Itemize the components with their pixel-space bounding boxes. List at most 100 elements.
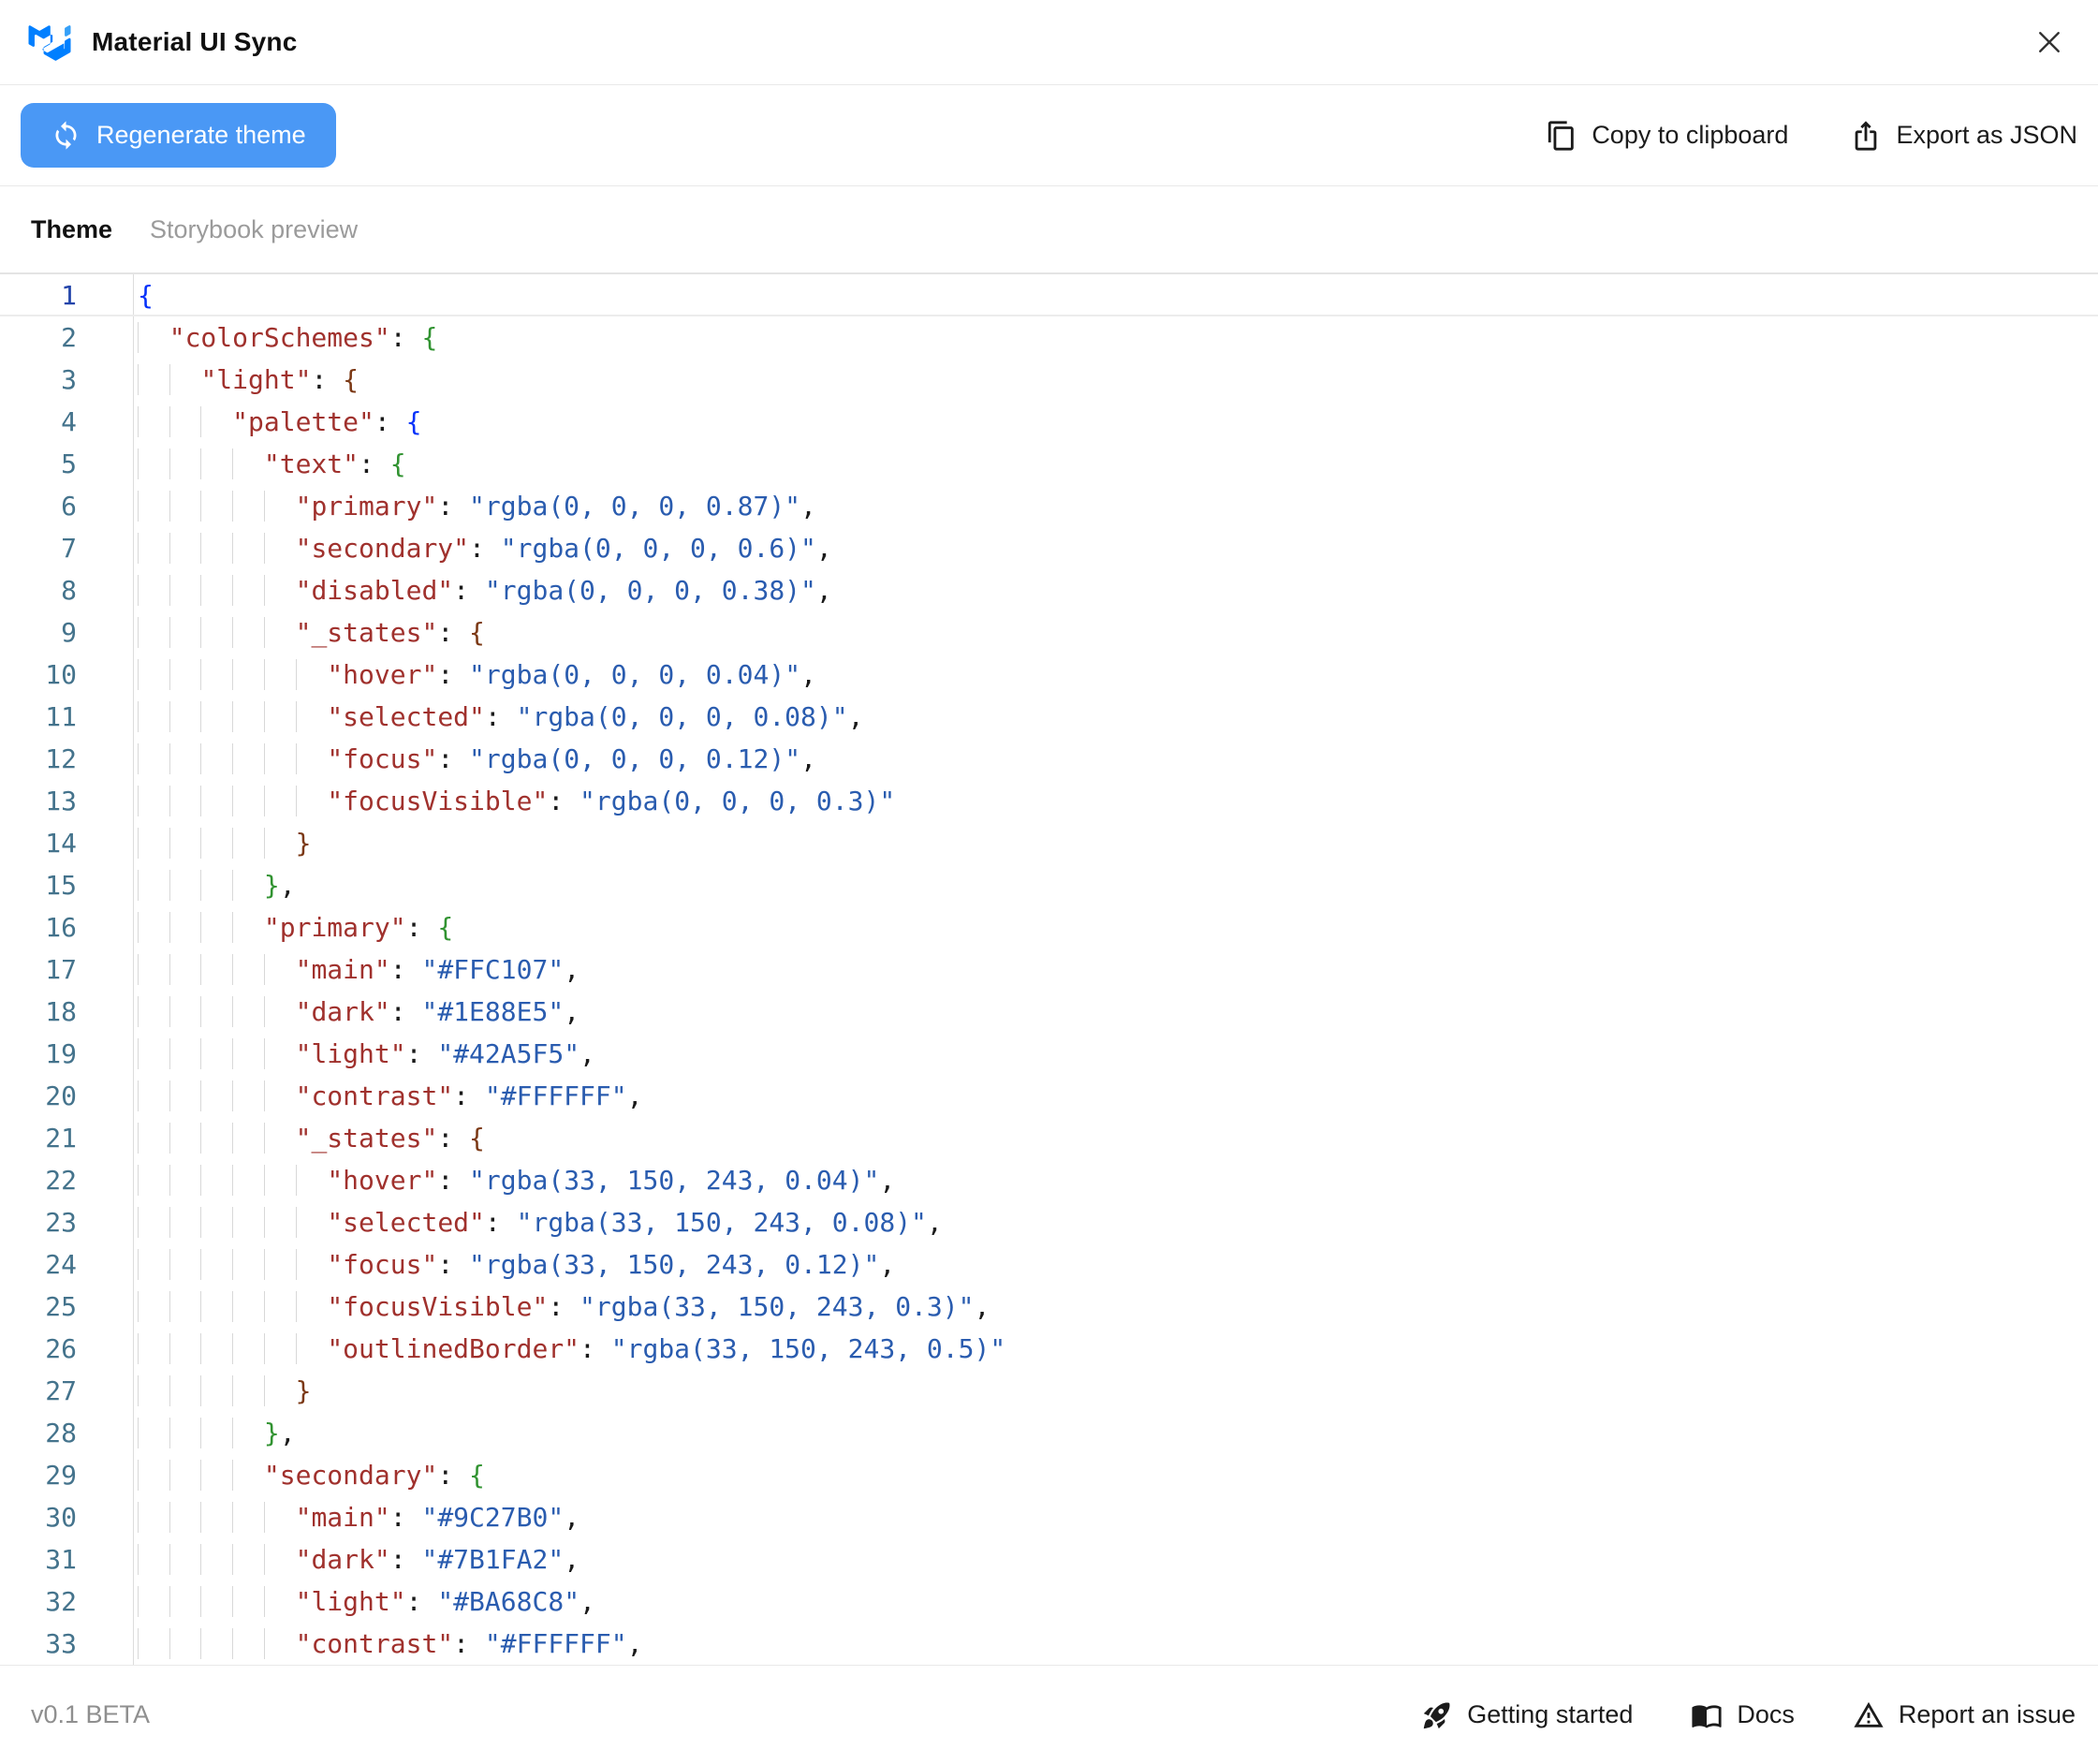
code-line[interactable]: 18 "dark": "#1E88E5", [0,991,2098,1033]
export-as-json-button[interactable]: Export as JSON [1850,120,2077,152]
code-line[interactable]: 5 "text": { [0,443,2098,485]
docs-label: Docs [1737,1700,1795,1729]
code-text: "contrast": "#FFFFFF", [134,1623,642,1665]
docs-link[interactable]: Docs [1691,1699,1795,1731]
code-line[interactable]: 13 "focusVisible": "rgba(0, 0, 0, 0.3)" [0,780,2098,822]
code-text: "light": { [134,359,359,401]
line-number: 26 [0,1328,134,1370]
code-text: } [134,822,311,864]
line-number: 5 [0,443,134,485]
close-icon [2032,25,2066,59]
toolbar: Regenerate theme Copy to clipboard Expor… [0,85,2098,186]
code-text: "primary": "rgba(0, 0, 0, 0.87)", [134,485,816,527]
tab-theme[interactable]: Theme [31,215,112,244]
code-text: "text": { [134,443,406,485]
code-line[interactable]: 7 "secondary": "rgba(0, 0, 0, 0.6)", [0,527,2098,569]
code-line[interactable]: 17 "main": "#FFC107", [0,948,2098,991]
getting-started-link[interactable]: Getting started [1421,1699,1633,1731]
code-text: "hover": "rgba(0, 0, 0, 0.04)", [134,654,816,696]
code-text: "focus": "rgba(33, 150, 243, 0.12)", [134,1243,895,1286]
code-text: "_states": { [134,611,485,654]
code-line[interactable]: 9 "_states": { [0,611,2098,654]
line-number: 6 [0,485,134,527]
code-line[interactable]: 12 "focus": "rgba(0, 0, 0, 0.12)", [0,738,2098,780]
code-line[interactable]: 25 "focusVisible": "rgba(33, 150, 243, 0… [0,1286,2098,1328]
code-text: "secondary": "rgba(0, 0, 0, 0.6)", [134,527,832,569]
copy-to-clipboard-label: Copy to clipboard [1592,121,1788,150]
line-number: 4 [0,401,134,443]
tab-storybook-preview[interactable]: Storybook preview [150,215,358,244]
book-icon [1691,1699,1723,1731]
code-line[interactable]: 10 "hover": "rgba(0, 0, 0, 0.04)", [0,654,2098,696]
code-text: "outlinedBorder": "rgba(33, 150, 243, 0.… [134,1328,1005,1370]
line-number: 30 [0,1496,134,1538]
line-number: 16 [0,906,134,948]
code-text: "palette": { [134,401,421,443]
tab-bar: Theme Storybook preview [0,186,2098,272]
code-line[interactable]: 23 "selected": "rgba(33, 150, 243, 0.08)… [0,1201,2098,1243]
code-line[interactable]: 32 "light": "#BA68C8", [0,1580,2098,1623]
code-text: "secondary": { [134,1454,485,1496]
code-line[interactable]: 22 "hover": "rgba(33, 150, 243, 0.04)", [0,1159,2098,1201]
code-line[interactable]: 14 } [0,822,2098,864]
code-line[interactable]: 27 } [0,1370,2098,1412]
code-text: "light": "#BA68C8", [134,1580,595,1623]
code-line[interactable]: 19 "light": "#42A5F5", [0,1033,2098,1075]
line-number: 9 [0,611,134,654]
plugin-footer: v0.1 BETA Getting started Docs Report an… [0,1665,2098,1764]
line-number: 21 [0,1117,134,1159]
code-line[interactable]: 31 "dark": "#7B1FA2", [0,1538,2098,1580]
code-line[interactable]: 11 "selected": "rgba(0, 0, 0, 0.08)", [0,696,2098,738]
code-line[interactable]: 15 }, [0,864,2098,906]
export-as-json-label: Export as JSON [1896,121,2077,150]
sync-icon [51,120,81,151]
code-line[interactable]: 33 "contrast": "#FFFFFF", [0,1623,2098,1665]
line-number: 24 [0,1243,134,1286]
line-number: 7 [0,527,134,569]
code-line[interactable]: 30 "main": "#9C27B0", [0,1496,2098,1538]
page-title: Material UI Sync [92,27,298,57]
code-text: "colorSchemes": { [134,316,437,359]
line-number: 8 [0,569,134,611]
code-line[interactable]: 4 "palette": { [0,401,2098,443]
line-number: 17 [0,948,134,991]
code-text: "hover": "rgba(33, 150, 243, 0.04)", [134,1159,895,1201]
code-text: { [134,274,154,315]
line-number: 10 [0,654,134,696]
code-line[interactable]: 28 }, [0,1412,2098,1454]
line-number: 12 [0,738,134,780]
code-line[interactable]: 16 "primary": { [0,906,2098,948]
line-number: 27 [0,1370,134,1412]
code-line[interactable]: 21 "_states": { [0,1117,2098,1159]
close-button[interactable] [2029,22,2070,63]
line-number: 18 [0,991,134,1033]
line-number: 31 [0,1538,134,1580]
code-line[interactable]: 24 "focus": "rgba(33, 150, 243, 0.12)", [0,1243,2098,1286]
code-text: "primary": { [134,906,453,948]
report-an-issue-label: Report an issue [1899,1700,2076,1729]
line-number: 19 [0,1033,134,1075]
theme-code-editor[interactable]: 1{2 "colorSchemes": {3 "light": {4 "pale… [0,272,2098,1665]
rocket-icon [1421,1699,1453,1731]
code-line[interactable]: 8 "disabled": "rgba(0, 0, 0, 0.38)", [0,569,2098,611]
line-number: 20 [0,1075,134,1117]
line-number: 15 [0,864,134,906]
report-an-issue-link[interactable]: Report an issue [1853,1699,2076,1731]
code-line[interactable]: 29 "secondary": { [0,1454,2098,1496]
copy-to-clipboard-button[interactable]: Copy to clipboard [1546,120,1788,152]
code-line[interactable]: 6 "primary": "rgba(0, 0, 0, 0.87)", [0,485,2098,527]
code-line[interactable]: 26 "outlinedBorder": "rgba(33, 150, 243,… [0,1328,2098,1370]
code-line[interactable]: 2 "colorSchemes": { [0,316,2098,359]
code-line[interactable]: 1{ [0,274,2098,316]
code-text: "main": "#FFC107", [134,948,580,991]
regenerate-theme-button[interactable]: Regenerate theme [21,103,336,168]
code-line[interactable]: 20 "contrast": "#FFFFFF", [0,1075,2098,1117]
line-number: 22 [0,1159,134,1201]
code-line[interactable]: 3 "light": { [0,359,2098,401]
copy-icon [1546,120,1577,152]
line-number: 14 [0,822,134,864]
regenerate-theme-label: Regenerate theme [96,121,306,150]
line-number: 13 [0,780,134,822]
code-text: "disabled": "rgba(0, 0, 0, 0.38)", [134,569,832,611]
warning-icon [1853,1699,1885,1731]
